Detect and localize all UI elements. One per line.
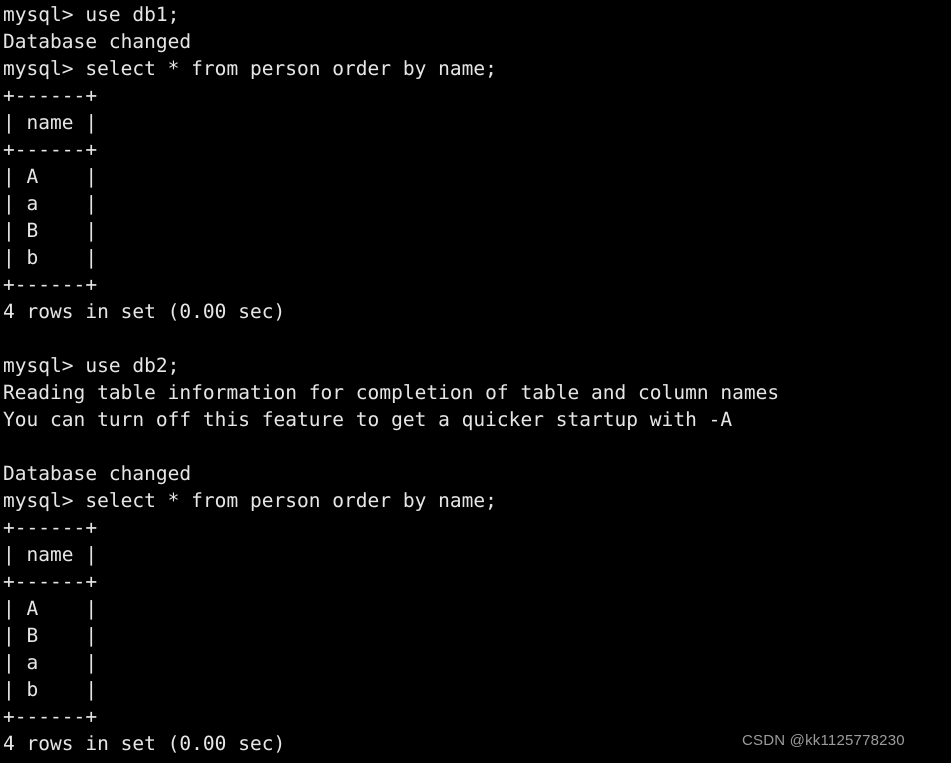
result-table-top-separator-db2: +------+ <box>3 516 98 539</box>
result-status-db1: 4 rows in set (0.00 sec) <box>3 300 286 323</box>
terminal-line-turn-off-feature-hint: You can turn off this feature to get a q… <box>3 408 733 431</box>
table-row: | A | <box>3 165 98 188</box>
table-row: | B | <box>3 219 98 242</box>
terminal-line-use-db1: mysql> use db1; <box>3 3 180 26</box>
result-table-bottom-separator-db1: +------+ <box>3 273 98 296</box>
terminal-line-use-db2: mysql> use db2; <box>3 354 180 377</box>
result-table-bottom-separator-db2: +------+ <box>3 705 98 728</box>
result-table-header-db1: | name | <box>3 111 98 134</box>
table-row: | b | <box>3 678 98 701</box>
terminal-window[interactable]: mysql> use db1; Database changed mysql> … <box>0 0 951 763</box>
result-table-header-db2: | name | <box>3 543 98 566</box>
table-row: | a | <box>3 651 98 674</box>
terminal-line-select-query-db1: mysql> select * from person order by nam… <box>3 57 497 80</box>
terminal-line-select-query-db2: mysql> select * from person order by nam… <box>3 489 497 512</box>
csdn-watermark: CSDN @kk1125778230 <box>742 732 905 749</box>
result-table-header-separator-db1: +------+ <box>3 138 98 161</box>
terminal-line-reading-table-info: Reading table information for completion… <box>3 381 780 404</box>
table-row: | A | <box>3 597 98 620</box>
table-row: | B | <box>3 624 98 647</box>
terminal-line-database-changed-db1: Database changed <box>3 30 192 53</box>
result-table-top-separator-db1: +------+ <box>3 84 98 107</box>
table-row: | b | <box>3 246 98 269</box>
table-row: | a | <box>3 192 98 215</box>
result-table-header-separator-db2: +------+ <box>3 570 98 593</box>
terminal-line-database-changed-db2: Database changed <box>3 462 192 485</box>
